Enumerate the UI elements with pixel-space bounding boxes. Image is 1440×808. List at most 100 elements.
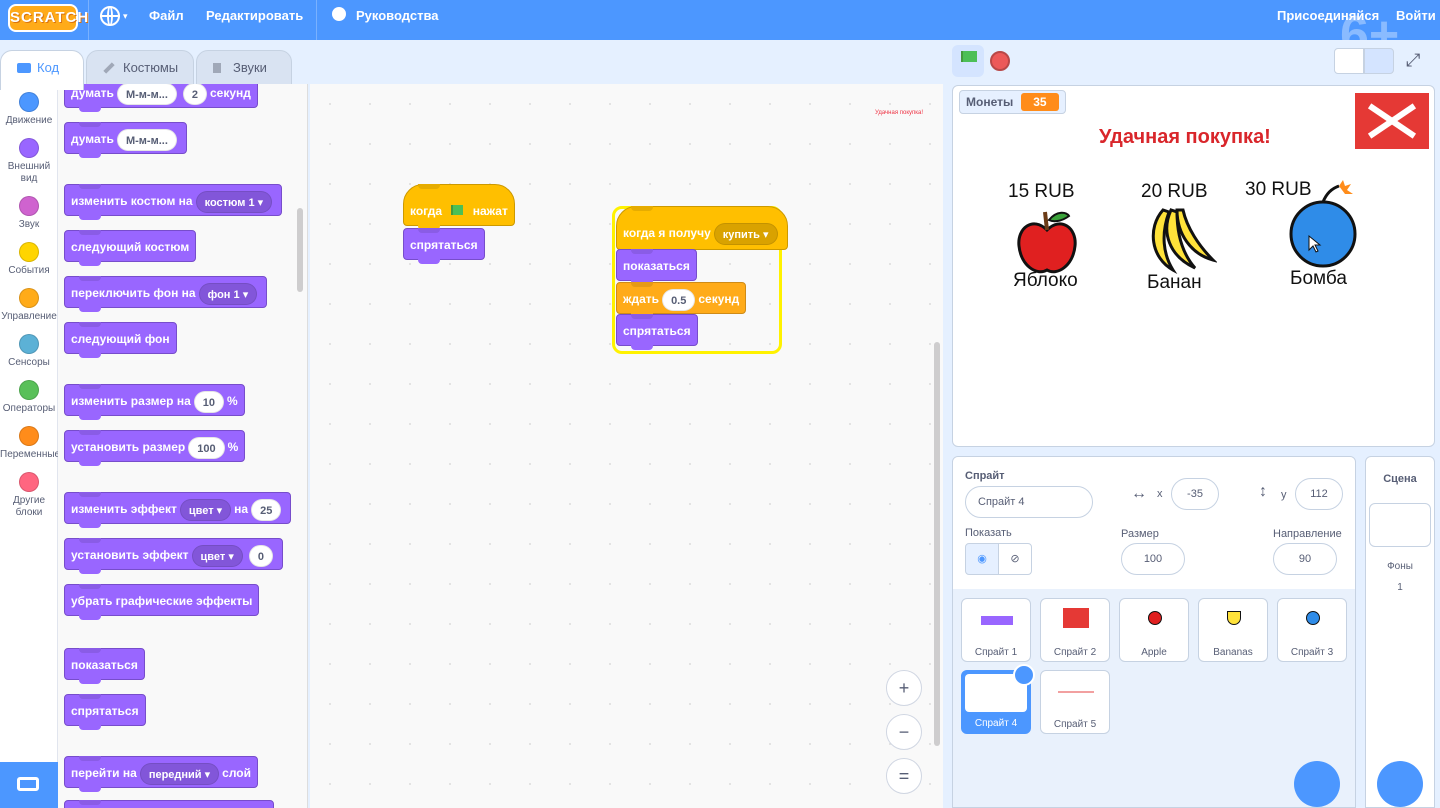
block-switch-costume[interactable]: изменить костюм на костюм 1	[64, 184, 283, 220]
block-set-effect[interactable]: установить эффектцвет0	[64, 538, 283, 574]
sprite-info-panel: Спрайт Спрайт 4 ↔ x -35 ↕ y 112 Показать…	[953, 457, 1355, 589]
menu-file[interactable]: Файл	[149, 0, 184, 40]
block-dropdown[interactable]: фон 1	[198, 282, 258, 305]
sprite-tile[interactable]: Bananas	[1198, 598, 1268, 662]
block-input[interactable]: 0.5	[662, 288, 696, 311]
choose-backdrop-button[interactable]	[1377, 761, 1423, 807]
category-my-blocks[interactable]: Другие блоки	[0, 472, 58, 519]
add-extension-button[interactable]	[0, 762, 58, 808]
size-field[interactable]: 100	[1121, 543, 1185, 575]
category-sound[interactable]: Звук	[0, 196, 58, 231]
block-when-flag-clicked[interactable]: когда нажат	[403, 184, 515, 230]
block-show[interactable]: показаться	[64, 648, 145, 684]
zoom-in-button[interactable]: +	[886, 670, 922, 706]
banana-sprite[interactable]	[1143, 204, 1217, 276]
category-variables[interactable]: Переменные	[0, 426, 60, 461]
sprite-tile[interactable]: Спрайт 2	[1040, 598, 1110, 662]
sprite-tile[interactable]: Спрайт 1	[961, 598, 1031, 662]
block-input[interactable]: 10	[193, 390, 225, 413]
block-dropdown[interactable]: костюм 1	[195, 190, 273, 213]
palette-scrollbar[interactable]	[297, 208, 303, 292]
block-text: ждать	[623, 292, 660, 306]
stop-button[interactable]	[990, 51, 1010, 71]
variable-monitor: Монеты 35	[959, 90, 1066, 114]
backdrop-thumbnail[interactable]	[1369, 503, 1431, 547]
lightbulb-icon[interactable]	[332, 7, 346, 21]
block-go-to-layer[interactable]: перейти напереднийслой	[64, 756, 258, 792]
stage[interactable]: Монеты 35 Удачная покупка! 15 RUB Яблоко …	[952, 85, 1435, 447]
apple-sprite[interactable]	[1013, 206, 1081, 278]
green-flag-button[interactable]	[952, 45, 984, 77]
close-x-sprite[interactable]	[1355, 93, 1429, 149]
block-when-i-receive[interactable]: когда я получу купить	[616, 206, 788, 254]
category-operators[interactable]: Операторы	[0, 380, 58, 415]
workspace-scrollbar[interactable]	[934, 342, 940, 746]
block-input[interactable]: 2	[182, 84, 207, 105]
block-switch-backdrop[interactable]: переключить фон на фон 1	[64, 276, 268, 312]
block-dropdown[interactable]: купить	[713, 222, 778, 245]
menu-bar: SCRATCH ▾ Файл Редактировать Руководства…	[0, 0, 1440, 64]
block-input[interactable]: 25	[251, 498, 282, 521]
zoom-reset-button[interactable]: =	[886, 758, 922, 794]
category-motion[interactable]: Движение	[0, 92, 58, 127]
block-set-size[interactable]: установить размер 100%	[64, 430, 246, 466]
sprite-label: Спрайт	[965, 470, 1005, 482]
tab-code[interactable]: Код	[0, 50, 84, 90]
signin-link[interactable]: Войти	[1396, 0, 1436, 40]
menu-tutorials[interactable]: Руководства	[356, 0, 439, 40]
category-control[interactable]: Управление	[0, 288, 58, 323]
bomb-sprite[interactable]	[1283, 180, 1363, 270]
block-clear-effects[interactable]: убрать графические эффекты	[64, 584, 260, 620]
block-text: установить размер	[71, 440, 186, 454]
sprite-thumbnail	[1227, 611, 1241, 625]
direction-field[interactable]: 90	[1273, 543, 1337, 575]
category-looks[interactable]: Внешний вид	[0, 138, 58, 185]
show-hidden-button[interactable]: ⊘	[998, 543, 1032, 575]
block-hide[interactable]: спрятаться	[403, 228, 485, 264]
choose-sprite-button[interactable]	[1294, 761, 1340, 807]
block-dropdown[interactable]: передний	[139, 762, 220, 785]
fullscreen-icon[interactable]: ⤢	[1406, 50, 1420, 71]
show-visible-button[interactable]: ◉	[965, 543, 999, 575]
sprite-tile[interactable]: Apple	[1119, 598, 1189, 662]
block-next-backdrop[interactable]: следующий фон	[64, 322, 177, 358]
delete-sprite-icon[interactable]	[1013, 664, 1035, 686]
block-input[interactable]: 100	[188, 436, 225, 459]
globe-icon[interactable]	[100, 6, 120, 26]
menu-edit[interactable]: Редактировать	[206, 0, 303, 40]
block-change-size[interactable]: изменить размер на 10%	[64, 384, 245, 420]
block-think-for-secs[interactable]: думать М-м-м... 2 секунд	[64, 84, 258, 112]
sprite-tile-name: Спрайт 5	[1053, 719, 1097, 730]
block-change-effect[interactable]: изменить эффектцветна25	[64, 492, 292, 528]
block-text: слой	[222, 766, 251, 780]
y-field[interactable]: 112	[1295, 478, 1343, 510]
large-stage-button[interactable]	[1364, 48, 1394, 74]
category-sensing[interactable]: Сенсоры	[0, 334, 58, 369]
block-wait[interactable]: ждать 0.5 секунд	[616, 282, 747, 318]
speaker-icon	[213, 63, 221, 73]
block-partial[interactable]	[64, 800, 274, 808]
block-think[interactable]: думать М-м-м...	[64, 122, 187, 158]
zoom-out-button[interactable]: −	[886, 714, 922, 750]
block-show[interactable]: показаться	[616, 249, 697, 285]
category-label: Операторы	[2, 403, 56, 414]
bomb-caption: Бомба	[1290, 268, 1347, 289]
category-events[interactable]: События	[0, 242, 58, 277]
sprite-thumbnail	[1148, 611, 1162, 625]
block-next-costume[interactable]: следующий костюм	[64, 230, 197, 266]
block-input[interactable]: 0	[248, 544, 273, 567]
chevron-down-icon[interactable]: ▾	[123, 0, 128, 40]
sprite-tile[interactable]: Спрайт 5	[1040, 670, 1110, 734]
small-stage-button[interactable]	[1334, 48, 1364, 74]
block-input[interactable]: М-м-м...	[116, 84, 177, 105]
join-link[interactable]: Присоединяйся	[1277, 0, 1379, 40]
block-hide[interactable]: спрятаться	[64, 694, 146, 730]
scratch-logo[interactable]: SCRATCH	[8, 4, 88, 32]
sprite-name-field[interactable]: Спрайт 4	[965, 486, 1093, 518]
x-field[interactable]: -35	[1171, 478, 1219, 510]
block-dropdown[interactable]: цвет	[179, 498, 232, 521]
sprite-tile[interactable]: Спрайт 3	[1277, 598, 1347, 662]
block-dropdown[interactable]: цвет	[191, 544, 243, 567]
block-input[interactable]: М-м-м...	[116, 128, 177, 151]
block-hide[interactable]: спрятаться	[616, 314, 698, 350]
